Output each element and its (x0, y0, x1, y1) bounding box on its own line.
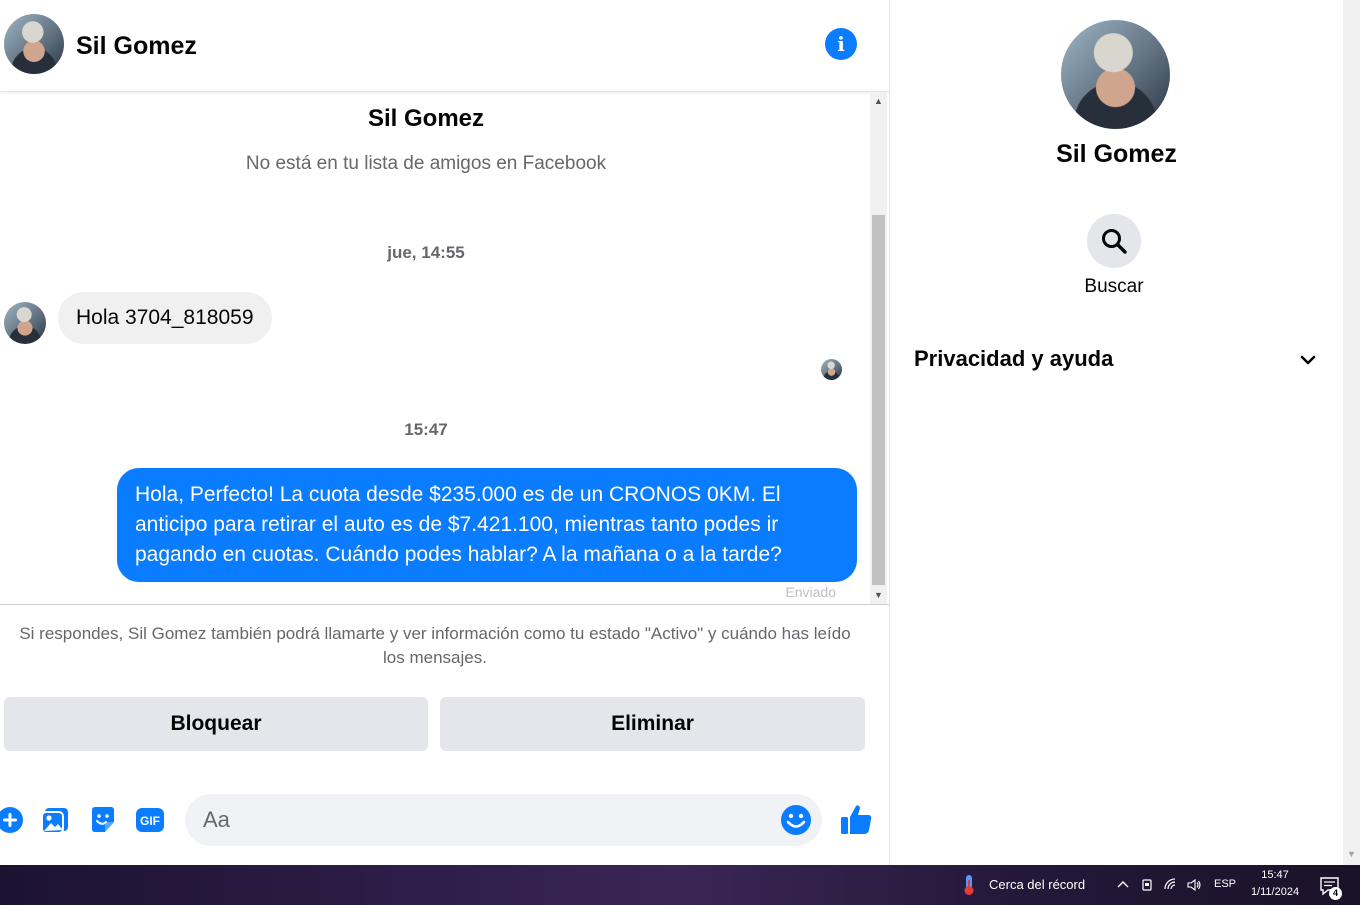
message-timestamp: jue, 14:55 (387, 243, 465, 262)
delete-button[interactable]: Eliminar (440, 697, 865, 751)
contact-info-panel: Sil Gomez Buscar Privacidad y ayuda (890, 0, 1343, 865)
info-contact-name: Sil Gomez (1056, 140, 1177, 168)
notification-count-badge: 4 (1329, 887, 1342, 900)
scroll-up-arrow-icon[interactable]: ▲ (870, 93, 887, 110)
scroll-thumb[interactable] (872, 215, 885, 585)
language-indicator[interactable]: ESP (1214, 878, 1236, 890)
outgoing-message-bubble[interactable]: Hola, Perfecto! La cuota desde $235.000 … (117, 468, 857, 582)
chevron-up-icon[interactable] (1115, 877, 1131, 893)
svg-text:GIF: GIF (140, 814, 160, 828)
clock-date[interactable]: 1/11/2024 (1240, 886, 1310, 898)
device-icon[interactable] (1139, 877, 1155, 893)
scroll-down-arrow-icon[interactable]: ▼ (1343, 849, 1360, 863)
message-thread: Sil Gomez No está en tu lista de amigos … (0, 93, 870, 604)
weather-text[interactable]: Cerca del récord (989, 877, 1085, 892)
emoji-icon[interactable] (780, 804, 812, 836)
thread-contact-subtitle: No está en tu lista de amigos en Faceboo… (245, 153, 607, 174)
message-request-notice: Si respondes, Sil Gomez también podrá ll… (19, 624, 851, 667)
photo-icon[interactable] (39, 804, 71, 836)
sender-avatar[interactable] (4, 302, 46, 344)
privacy-help-section[interactable]: Privacidad y ayuda (914, 340, 1318, 380)
info-icon[interactable]: i (825, 28, 857, 60)
scroll-down-arrow-icon[interactable]: ▼ (870, 587, 887, 604)
sticker-icon[interactable] (87, 804, 119, 836)
thread-scrollbar[interactable]: ▲ ▼ (870, 93, 887, 604)
message-timestamp: 15:47 (404, 420, 448, 439)
wifi-icon[interactable] (1163, 877, 1179, 893)
thread-contact-name: Sil Gomez (367, 105, 485, 132)
sent-status: Enviado (785, 584, 836, 600)
thermometer-icon[interactable] (960, 874, 978, 896)
volume-icon[interactable] (1186, 877, 1202, 893)
search-icon (1102, 229, 1127, 254)
plus-icon[interactable] (0, 804, 26, 836)
block-button[interactable]: Bloquear (4, 697, 428, 751)
taskbar: Cerca del récord ESP 15:47 1/11/2024 4 (0, 865, 1360, 905)
message-input[interactable] (185, 794, 822, 846)
read-receipt-avatar (821, 359, 842, 380)
privacy-help-label: Privacidad y ayuda (914, 346, 1114, 371)
conversation-header: Sil Gomez i (0, 0, 889, 92)
thumbs-up-icon[interactable] (838, 802, 874, 838)
clock-time[interactable]: 15:47 (1240, 869, 1310, 881)
contact-avatar[interactable] (4, 14, 64, 74)
page-scrollbar[interactable]: ▼ (1343, 0, 1360, 865)
search-button[interactable] (1087, 214, 1141, 268)
search-label[interactable]: Buscar (890, 276, 1338, 298)
chevron-down-icon[interactable] (1298, 350, 1318, 370)
header-contact-name[interactable]: Sil Gomez (76, 32, 197, 61)
info-avatar[interactable] (1061, 20, 1170, 129)
gif-icon[interactable]: GIF (134, 804, 166, 836)
divider (0, 604, 889, 605)
incoming-message-bubble[interactable]: Hola 3704_818059 (58, 292, 272, 344)
conversation-pane: Sil Gomez i Sil Gomez No está en tu list… (0, 0, 889, 865)
